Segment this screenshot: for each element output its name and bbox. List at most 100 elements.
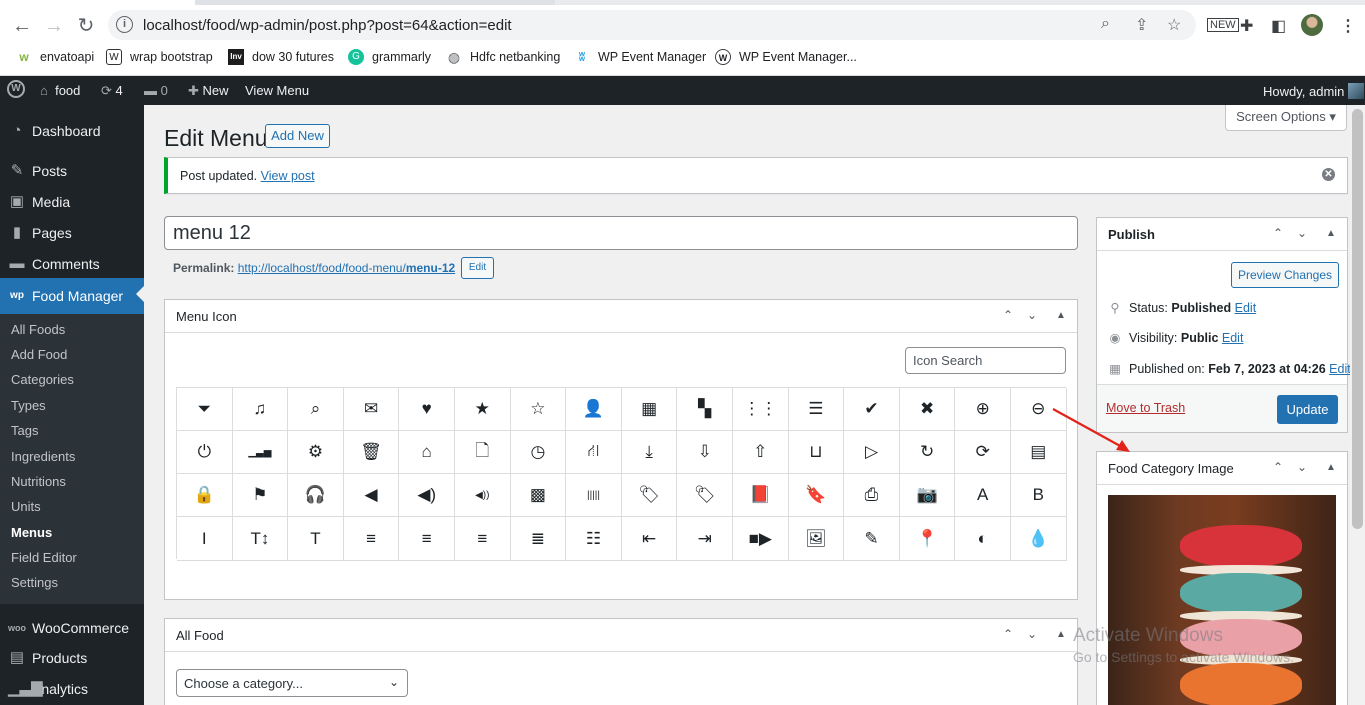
icon-option[interactable]: 📷 <box>899 474 956 517</box>
icon-option[interactable]: ⌂ <box>399 431 455 474</box>
icon-option[interactable]: 🎧 <box>288 474 344 517</box>
icon-option[interactable]: 🏷 <box>677 474 733 517</box>
icon-search-input[interactable]: Icon Search <box>905 347 1066 374</box>
icon-option[interactable]: ≡ <box>399 517 455 561</box>
address-bar[interactable]: i localhost/food/wp-admin/post.php?post=… <box>108 10 1196 40</box>
icon-option[interactable]: T <box>288 517 344 561</box>
icon-option[interactable]: A <box>955 474 1011 517</box>
toggle-panel-icon[interactable]: ▲ <box>1326 228 1336 239</box>
icon-option[interactable]: ↻ <box>899 431 956 474</box>
bookmark-item[interactable]: Wwrap bootstrap <box>106 49 213 65</box>
icon-option[interactable]: ⇧ <box>733 431 789 474</box>
admin-bar-comments[interactable]: ▬ 0 <box>144 83 168 98</box>
icon-option[interactable]: ☆ <box>510 388 567 431</box>
bookmark-item[interactable]: ʬ WP Event Manager <box>574 49 706 65</box>
submenu-item[interactable]: Units <box>11 499 41 514</box>
icon-option[interactable]: ▦ <box>621 388 678 431</box>
icon-option[interactable]: T↕ <box>232 517 289 561</box>
add-new-button[interactable]: Add New <box>265 124 330 148</box>
icon-option[interactable]: B <box>1011 474 1067 517</box>
icon-option[interactable]: I <box>177 517 233 561</box>
icon-option[interactable]: ⛙ <box>566 431 622 474</box>
bookmark-item[interactable]: ᴡ envatoapi <box>16 49 94 65</box>
icon-option[interactable]: ≡ <box>455 517 511 561</box>
bookmark-item[interactable]: Ggrammarly <box>348 49 431 65</box>
page-scrollbar[interactable] <box>1350 105 1365 705</box>
admin-bar-view-menu[interactable]: View Menu <box>245 83 309 98</box>
category-select[interactable]: Choose a category... ⌄ <box>176 669 408 697</box>
sidebar-item-woocommerce[interactable]: woo WooCommerce <box>0 612 144 644</box>
sidebar-item-analytics[interactable]: ▁▃▇ Analytics <box>0 673 144 705</box>
category-image[interactable] <box>1108 495 1336 705</box>
icon-option[interactable]: ◐ <box>955 517 1011 561</box>
icon-option[interactable]: 👤 <box>566 388 622 431</box>
move-down-icon[interactable]: ⌄ <box>1027 627 1037 641</box>
icon-option[interactable]: ✉ <box>343 388 400 431</box>
extensions-puzzle-icon[interactable]: ✚ <box>1240 16 1253 36</box>
icon-option[interactable]: 🏷 <box>621 474 678 517</box>
icon-option[interactable]: ▷ <box>844 431 900 474</box>
toggle-panel-icon[interactable]: ▲ <box>1056 310 1066 321</box>
icon-option[interactable]: ★ <box>455 388 511 431</box>
icon-option[interactable]: ▚ <box>677 388 733 431</box>
icon-option[interactable]: ⇩ <box>677 431 733 474</box>
move-down-icon[interactable]: ⌄ <box>1297 460 1307 474</box>
screen-options-button[interactable]: Screen Options ▾ <box>1225 105 1347 131</box>
icon-option[interactable]: ☰ <box>788 388 845 431</box>
icon-option[interactable]: ◀ <box>343 474 400 517</box>
icon-option[interactable]: ⌕ <box>288 388 344 431</box>
icon-option[interactable]: ⟳ <box>955 431 1011 474</box>
admin-bar-new[interactable]: ✚ New <box>188 83 229 99</box>
post-title-input[interactable]: menu 12 <box>164 216 1078 250</box>
icon-option[interactable]: 📕 <box>733 474 789 517</box>
icon-option[interactable]: ||||| <box>566 474 622 517</box>
icon-option[interactable]: ⚑ <box>232 474 289 517</box>
view-post-link[interactable]: View post <box>261 169 315 183</box>
admin-bar-updates[interactable]: ⟳ 4 <box>101 83 123 99</box>
icon-option[interactable]: ⇥ <box>677 517 733 561</box>
icon-option[interactable]: ▁▃▅ <box>232 431 289 474</box>
edit-date-link[interactable]: Edit <box>1329 362 1351 376</box>
edit-status-link[interactable]: Edit <box>1235 301 1257 315</box>
icon-option[interactable]: ⤓ <box>621 431 678 474</box>
icon-option[interactable]: 🗑 <box>343 431 400 474</box>
icon-option[interactable]: ⊕ <box>955 388 1011 431</box>
zoom-icon[interactable]: ⌕ <box>1101 15 1110 33</box>
submenu-item[interactable]: All Foods <box>11 322 65 337</box>
move-down-icon[interactable]: ⌄ <box>1027 308 1037 322</box>
profile-avatar[interactable] <box>1301 14 1323 36</box>
submenu-item[interactable]: Nutritions <box>11 474 66 489</box>
forward-icon[interactable]: → <box>41 13 67 39</box>
bookmark-item[interactable]: ◍ Hdfc netbanking <box>446 49 560 65</box>
edit-visibility-link[interactable]: Edit <box>1222 331 1244 345</box>
icon-option[interactable]: ♥ <box>399 388 455 431</box>
sidebar-item-comments[interactable]: ▬ Comments <box>0 248 144 280</box>
icon-option[interactable]: ⇤ <box>621 517 678 561</box>
submenu-item[interactable]: Tags <box>11 423 38 438</box>
submenu-item[interactable]: Ingredients <box>11 449 75 464</box>
icon-option[interactable]: 🗋 <box>455 431 511 474</box>
update-button[interactable]: Update <box>1277 395 1338 424</box>
icon-option[interactable]: ♫ <box>232 388 289 431</box>
move-up-icon[interactable]: ⌃ <box>1003 627 1013 641</box>
icon-option[interactable]: ◀)) <box>455 474 511 517</box>
sidebar-item-pages[interactable]: ▮ Pages <box>0 217 144 249</box>
icon-option[interactable]: 🔒 <box>177 474 233 517</box>
move-up-icon[interactable]: ⌃ <box>1003 308 1013 322</box>
sidebar-item-food-manager[interactable]: wp Food Manager <box>0 278 144 314</box>
news-extension-icon[interactable]: NEW <box>1207 18 1239 32</box>
move-up-icon[interactable]: ⌃ <box>1273 226 1283 240</box>
dismiss-notice-icon[interactable]: ✕ <box>1322 168 1335 181</box>
sidebar-item-media[interactable]: ▣ Media <box>0 186 144 218</box>
icon-option[interactable]: 💧 <box>1011 517 1067 561</box>
permalink-edit-button[interactable]: Edit <box>461 257 494 279</box>
icon-option[interactable]: ≣ <box>510 517 567 561</box>
toggle-panel-icon[interactable]: ▲ <box>1326 462 1336 473</box>
icon-option[interactable]: ⋮⋮ <box>733 388 789 431</box>
scrollbar-thumb[interactable] <box>1352 109 1363 529</box>
icon-option[interactable]: ⊔ <box>788 431 845 474</box>
bookmark-star-icon[interactable]: ☆ <box>1167 15 1181 35</box>
submenu-item[interactable]: Settings <box>11 575 58 590</box>
icon-option[interactable]: ⏻ <box>177 431 233 474</box>
bookmark-item[interactable]: Inv dow 30 futures <box>228 49 334 65</box>
